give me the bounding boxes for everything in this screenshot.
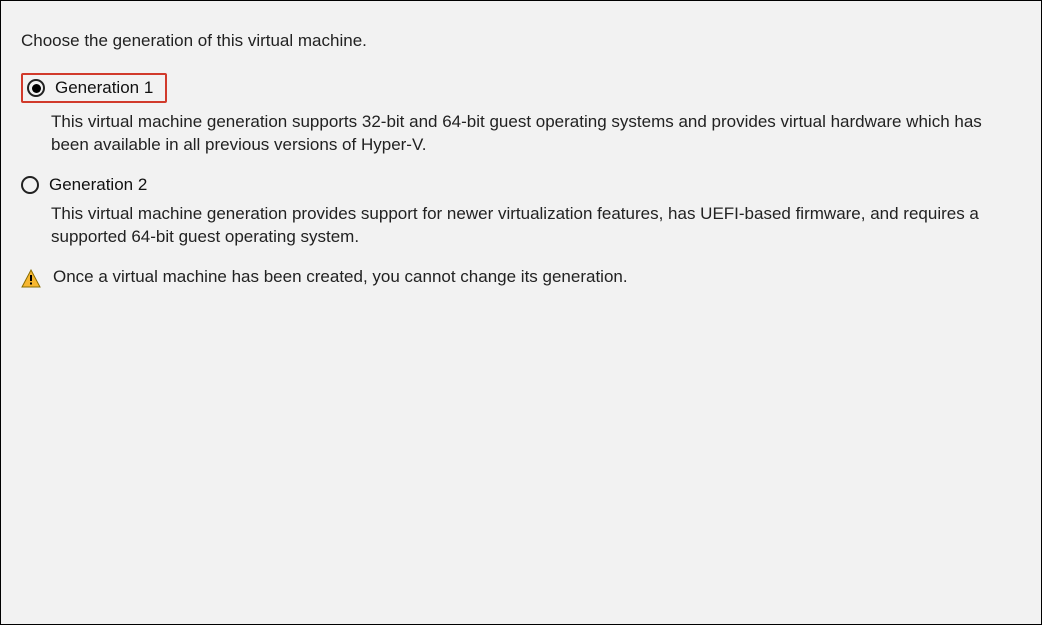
warning-row: Once a virtual machine has been created,…: [21, 267, 1021, 289]
label-generation-1: Generation 1: [55, 78, 153, 98]
highlight-generation-1: Generation 1: [21, 73, 167, 103]
warning-text: Once a virtual machine has been created,…: [53, 267, 628, 287]
radio-generation-1[interactable]: [27, 79, 45, 97]
option-generation-2[interactable]: Generation 2 This virtual machine genera…: [21, 175, 1021, 249]
label-generation-2: Generation 2: [49, 175, 147, 195]
radio-generation-2[interactable]: [21, 176, 39, 194]
desc-generation-2: This virtual machine generation provides…: [51, 203, 1011, 249]
warning-icon: [21, 269, 41, 289]
desc-generation-1: This virtual machine generation supports…: [51, 111, 1011, 157]
option-generation-1[interactable]: Generation 1 This virtual machine genera…: [21, 73, 1021, 157]
instruction-text: Choose the generation of this virtual ma…: [21, 31, 1021, 51]
